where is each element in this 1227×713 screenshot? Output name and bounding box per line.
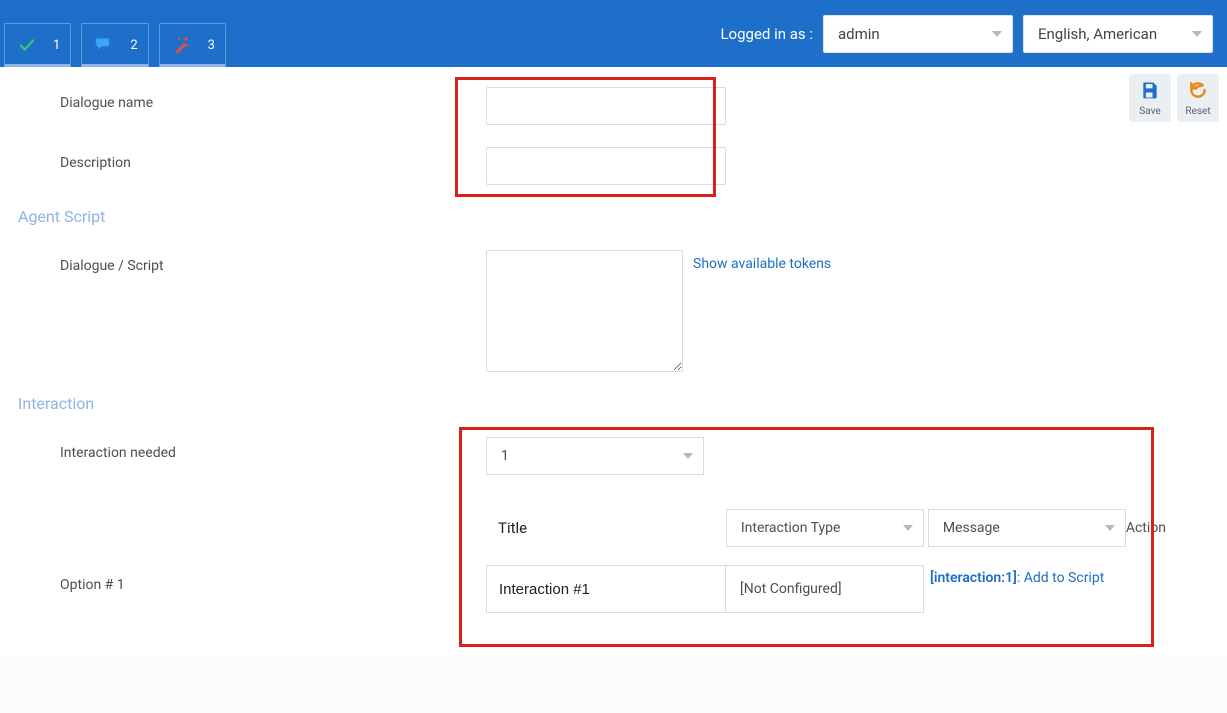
language-dropdown[interactable]: English, American bbox=[1023, 15, 1213, 53]
description-input[interactable] bbox=[486, 147, 726, 185]
step-tab-2[interactable]: 2 bbox=[81, 23, 148, 67]
dialogue-script-textarea[interactable] bbox=[486, 250, 683, 372]
description-label: Description bbox=[16, 147, 486, 171]
show-tokens-link[interactable]: Show available tokens bbox=[693, 250, 831, 272]
step-tab-1[interactable]: 1 bbox=[4, 23, 71, 67]
option-title-input[interactable] bbox=[486, 565, 726, 613]
col-header-title: Title bbox=[486, 519, 726, 537]
dialogue-script-label: Dialogue / Script bbox=[16, 250, 486, 274]
message-dropdown[interactable]: Message bbox=[928, 509, 1126, 547]
interaction-needed-value: 1 bbox=[501, 448, 509, 464]
step-tab-3[interactable]: 3 bbox=[159, 23, 226, 67]
reset-button[interactable]: Reset bbox=[1177, 74, 1219, 122]
option-type-dropdown[interactable]: [Not Configured] bbox=[726, 565, 924, 613]
user-dropdown-value: admin bbox=[838, 25, 880, 43]
dialogue-name-label: Dialogue name bbox=[16, 87, 486, 111]
add-to-script-text: : Add to Script bbox=[1017, 570, 1104, 586]
reset-icon bbox=[1188, 80, 1208, 104]
step-number: 1 bbox=[53, 38, 60, 53]
step-number: 2 bbox=[130, 38, 137, 53]
magic-icon bbox=[166, 29, 198, 61]
chevron-down-icon bbox=[683, 453, 693, 459]
option-type-value: [Not Configured] bbox=[740, 581, 842, 597]
message-placeholder: Message bbox=[943, 520, 1000, 536]
interaction-needed-label: Interaction needed bbox=[16, 437, 486, 461]
interaction-type-dropdown[interactable]: Interaction Type bbox=[726, 509, 924, 547]
chevron-down-icon bbox=[903, 525, 913, 531]
chevron-down-icon bbox=[992, 31, 1002, 37]
interaction-needed-dropdown[interactable]: 1 bbox=[486, 437, 704, 475]
save-button[interactable]: Save bbox=[1129, 74, 1171, 122]
section-interaction: Interaction bbox=[16, 394, 1211, 413]
chat-icon bbox=[88, 29, 120, 61]
interaction-type-placeholder: Interaction Type bbox=[741, 520, 841, 536]
step-number: 3 bbox=[208, 38, 215, 53]
section-agent-script: Agent Script bbox=[16, 207, 1211, 226]
interaction-token: [interaction:1] bbox=[930, 570, 1017, 586]
chevron-down-icon bbox=[1105, 525, 1115, 531]
reset-label: Reset bbox=[1185, 106, 1210, 117]
option-1-label: Option # 1 bbox=[16, 565, 486, 593]
save-icon bbox=[1140, 80, 1160, 104]
wizard-steps: 1 2 3 bbox=[0, 0, 226, 67]
language-dropdown-value: English, American bbox=[1038, 25, 1157, 43]
save-label: Save bbox=[1139, 106, 1160, 117]
user-dropdown[interactable]: admin bbox=[823, 15, 1013, 53]
dialogue-name-input[interactable] bbox=[486, 87, 726, 125]
check-icon bbox=[11, 29, 43, 61]
chevron-down-icon bbox=[1192, 31, 1202, 37]
col-header-action: Action bbox=[1126, 520, 1166, 536]
logged-in-label: Logged in as : bbox=[720, 25, 813, 43]
add-to-script-link[interactable]: [interaction:1]: Add to Script bbox=[924, 565, 1104, 587]
